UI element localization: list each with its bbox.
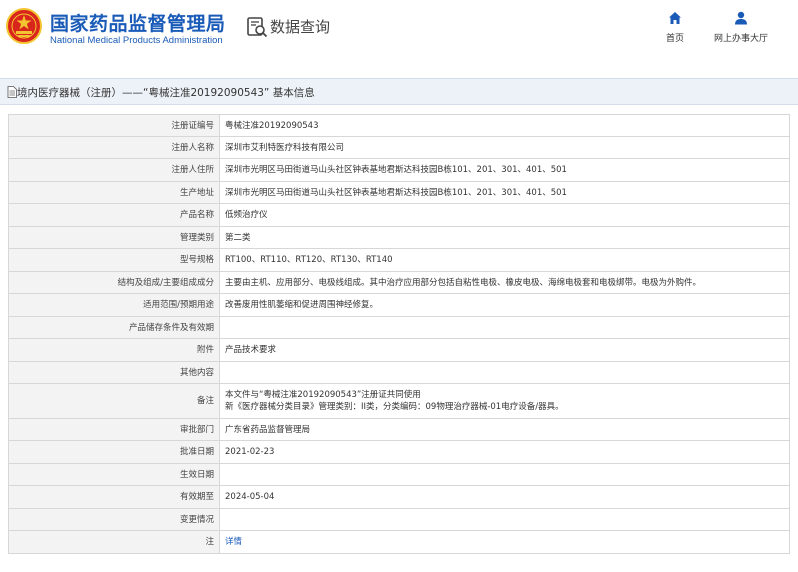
- field-label: 其他内容: [8, 361, 220, 384]
- table-row: 注册人名称 深圳市艾利特医疗科技有限公司: [8, 136, 790, 159]
- field-value: 本文件与“粤械注准20192090543”注册证共同使用 新《医疗器械分类目录》…: [219, 383, 790, 419]
- field-label: 审批部门: [8, 418, 220, 441]
- table-row: 审批部门 广东省药品监督管理局: [8, 418, 790, 441]
- table-row: 注册证编号 粤械注准20192090543: [8, 114, 790, 137]
- table-row: 其他内容: [8, 361, 790, 384]
- national-emblem-icon: [6, 8, 42, 44]
- home-icon: [669, 12, 681, 24]
- table-row: 变更情况: [8, 508, 790, 531]
- field-value: [219, 361, 790, 384]
- nav-online-office-label: 网上办事大厅: [713, 34, 768, 44]
- table-row: 附件 产品技术要求: [8, 338, 790, 362]
- field-label: 结构及组成/主要组成成分: [8, 271, 220, 294]
- document-icon: [7, 86, 17, 98]
- table-row: 产品储存条件及有效期: [8, 316, 790, 339]
- details-link[interactable]: 详情: [225, 537, 242, 547]
- field-label: 注: [8, 530, 220, 554]
- remark-line-1: 本文件与“粤械注准20192090543”注册证共同使用: [225, 390, 421, 400]
- user-icon: [735, 11, 747, 25]
- nav-online-office[interactable]: 网上办事大厅: [710, 11, 772, 44]
- table-row: 结构及组成/主要组成成分 主要由主机、应用部分、电极线组成。其中治疗应用部分包括…: [8, 271, 790, 294]
- field-label: 适用范围/预期用途: [8, 293, 220, 317]
- data-query-title: 数据查询: [270, 18, 331, 36]
- field-value: RT100、RT110、RT120、RT130、RT140: [219, 248, 790, 272]
- site-header: 国家药品监督管理局 National Medical Products Admi…: [0, 0, 798, 62]
- field-value: 深圳市光明区马田街道马山头社区钟表基地君斯达科技园B栋101、201、301、4…: [219, 181, 790, 204]
- remark-line-2: 新《医疗器械分类目录》管理类别：II类，分类编码：09物理治疗器械-01电疗设备…: [225, 402, 564, 412]
- site-title: 国家药品监督管理局: [50, 13, 226, 35]
- field-value: 粤械注准20192090543: [219, 114, 790, 137]
- record-title: 境内医疗器械（注册）——“粤械注准20192090543” 基本信息: [17, 87, 315, 99]
- field-label: 型号规格: [8, 248, 220, 272]
- table-row: 生效日期: [8, 463, 790, 486]
- field-value: [219, 508, 790, 531]
- table-row: 备注 本文件与“粤械注准20192090543”注册证共同使用 新《医疗器械分类…: [8, 383, 790, 419]
- data-query-icon: [247, 17, 268, 38]
- field-label: 批准日期: [8, 440, 220, 464]
- table-row: 产品名称 低频治疗仪: [8, 203, 790, 227]
- field-value: 深圳市光明区马田街道马山头社区钟表基地君斯达科技园B栋101、201、301、4…: [219, 158, 790, 182]
- record-title-bar: 境内医疗器械（注册）——“粤械注准20192090543” 基本信息: [0, 78, 798, 105]
- table-row: 管理类别 第二类: [8, 226, 790, 249]
- field-value: [219, 316, 790, 339]
- table-row: 注 详情: [8, 530, 790, 554]
- field-value: [219, 463, 790, 486]
- field-value: 广东省药品监督管理局: [219, 418, 790, 441]
- field-label: 有效期至: [8, 485, 220, 509]
- field-value: 主要由主机、应用部分、电极线组成。其中治疗应用部分包括自粘性电极、橡皮电极、海绵…: [219, 271, 790, 294]
- field-value: 2024-05-04: [219, 485, 790, 509]
- table-row: 生产地址 深圳市光明区马田街道马山头社区钟表基地君斯达科技园B栋101、201、…: [8, 181, 790, 204]
- field-label: 产品储存条件及有效期: [8, 316, 220, 339]
- table-row: 适用范围/预期用途 改善废用性肌萎缩和促进周围神经修复。: [8, 293, 790, 317]
- field-label: 注册人住所: [8, 158, 220, 182]
- table-row: 批准日期 2021-02-23: [8, 440, 790, 464]
- field-label: 备注: [8, 383, 220, 419]
- field-label: 变更情况: [8, 508, 220, 531]
- field-label: 生效日期: [8, 463, 220, 486]
- field-value: 深圳市艾利特医疗科技有限公司: [219, 136, 790, 159]
- site-title-english: National Medical Products Administration: [50, 35, 223, 46]
- table-row: 有效期至 2024-05-04: [8, 485, 790, 509]
- field-label: 管理类别: [8, 226, 220, 249]
- field-value: 改善废用性肌萎缩和促进周围神经修复。: [219, 293, 790, 317]
- field-value: 产品技术要求: [219, 338, 790, 362]
- table-row: 注册人住所 深圳市光明区马田街道马山头社区钟表基地君斯达科技园B栋101、201…: [8, 158, 790, 182]
- field-label: 注册人名称: [8, 136, 220, 159]
- table-row: 型号规格 RT100、RT110、RT120、RT130、RT140: [8, 248, 790, 272]
- nav-home[interactable]: 首页: [660, 11, 690, 44]
- field-value: 详情: [219, 530, 790, 554]
- field-value: 第二类: [219, 226, 790, 249]
- registration-detail-table: 注册证编号 粤械注准20192090543 注册人名称 深圳市艾利特医疗科技有限…: [8, 114, 790, 554]
- field-label: 生产地址: [8, 181, 220, 204]
- field-value: 2021-02-23: [219, 440, 790, 464]
- field-label: 注册证编号: [8, 114, 220, 137]
- field-value: 低频治疗仪: [219, 203, 790, 227]
- field-label: 附件: [8, 338, 220, 362]
- nav-home-label: 首页: [665, 34, 684, 44]
- field-label: 产品名称: [8, 203, 220, 227]
